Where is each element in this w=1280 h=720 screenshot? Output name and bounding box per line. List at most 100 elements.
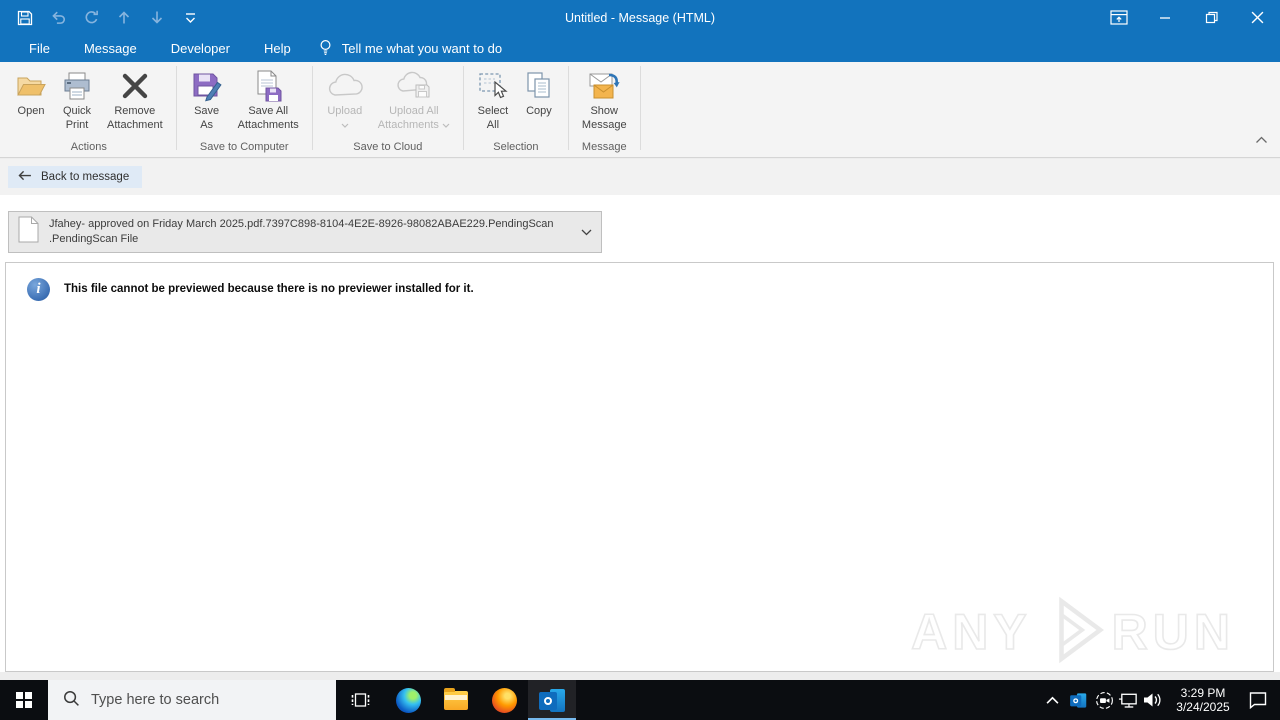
close-button[interactable] xyxy=(1234,0,1280,35)
no-previewer-message: This file cannot be previewed because th… xyxy=(64,283,474,295)
group-label-selection: Selection xyxy=(493,141,539,153)
anyrun-logo-icon xyxy=(1038,594,1112,671)
back-arrow-icon xyxy=(17,170,32,184)
upload-all-cloud-icon xyxy=(395,67,433,105)
back-to-message-label: Back to message xyxy=(41,171,130,183)
anyrun-watermark: ANY RUN xyxy=(910,593,1235,671)
group-separator xyxy=(567,66,569,150)
outlook-icon xyxy=(538,688,566,712)
windows-logo-icon xyxy=(16,692,32,708)
customize-qat-icon[interactable] xyxy=(181,9,199,27)
back-to-message-button[interactable]: Back to message xyxy=(8,166,143,188)
start-button[interactable] xyxy=(0,680,48,720)
file-icon xyxy=(18,216,39,248)
no-previewer-notice: i This file cannot be previewed because … xyxy=(6,263,1273,301)
action-center-icon[interactable] xyxy=(1244,680,1272,720)
preview-toolbar: Back to message xyxy=(0,159,1280,195)
save-icon[interactable] xyxy=(16,9,34,27)
group-label-save-to-cloud: Save to Cloud xyxy=(353,141,423,153)
taskbar: Type here to search 3:29 PM 3/24/2025 xyxy=(0,680,1280,720)
tab-developer[interactable]: Developer xyxy=(154,35,247,62)
remove-attachment-button[interactable]: Remove Attachment xyxy=(100,65,170,132)
select-all-icon xyxy=(477,67,509,105)
ribbon-group-message: Show Message Message xyxy=(571,62,638,157)
upload-cloud-icon xyxy=(326,67,364,105)
tab-file[interactable]: File xyxy=(12,35,67,62)
open-button[interactable]: Open xyxy=(8,65,54,132)
search-icon xyxy=(63,690,80,711)
volume-icon[interactable] xyxy=(1140,680,1164,720)
show-message-icon xyxy=(586,67,622,105)
firefox-taskbar-button[interactable] xyxy=(480,680,528,720)
save-as-button[interactable]: Save As xyxy=(183,65,231,132)
move-up-icon xyxy=(115,9,133,27)
search-placeholder: Type here to search xyxy=(91,692,220,708)
upload-all-attachments-button: Upload All Attachments xyxy=(371,65,457,132)
show-message-button[interactable]: Show Message xyxy=(575,65,634,132)
ribbon-group-actions: Open Quick Print Remove Attachment Actio… xyxy=(4,62,174,157)
edge-taskbar-button[interactable] xyxy=(384,680,432,720)
printer-icon xyxy=(61,67,93,105)
edge-icon xyxy=(395,687,421,713)
save-all-attachments-button[interactable]: Save All Attachments xyxy=(231,65,306,132)
attachment-bar[interactable]: Jfahey- approved on Friday March 2025.pd… xyxy=(8,211,602,253)
redo-icon xyxy=(82,9,100,27)
task-view-button[interactable] xyxy=(336,680,384,720)
attachment-dropdown-icon[interactable] xyxy=(571,212,601,252)
lightbulb-icon xyxy=(318,39,333,59)
firefox-icon xyxy=(491,687,517,713)
file-explorer-taskbar-button[interactable] xyxy=(432,680,480,720)
group-label-message: Message xyxy=(581,141,627,153)
attachment-filename-line2: .PendingScan File xyxy=(49,233,139,245)
collapse-ribbon-icon[interactable] xyxy=(1255,131,1268,149)
title-bar: Untitled - Message (HTML) xyxy=(0,0,1280,35)
copy-button[interactable]: Copy xyxy=(516,65,562,132)
clock-time: 3:29 PM xyxy=(1180,685,1226,700)
attachment-filename-line1: Jfahey- approved on Friday March 2025.pd… xyxy=(49,218,554,230)
info-icon: i xyxy=(27,278,50,301)
file-explorer-icon xyxy=(444,687,468,710)
network-icon[interactable] xyxy=(1116,680,1140,720)
tell-me-box[interactable]: Tell me what you want to do xyxy=(308,35,512,62)
remove-x-icon xyxy=(119,67,151,105)
ribbon-group-selection: Select All Copy Selection xyxy=(466,62,566,157)
dropdown-chevron-icon xyxy=(341,119,349,133)
ribbon-group-save-to-computer: Save As Save All Attachments Save to Com… xyxy=(179,62,310,157)
preview-pane: i This file cannot be previewed because … xyxy=(5,262,1274,672)
taskbar-search-input[interactable]: Type here to search xyxy=(48,680,336,720)
system-tray: 3:29 PM 3/24/2025 xyxy=(1040,680,1280,720)
ribbon: Open Quick Print Remove Attachment Actio… xyxy=(0,62,1280,158)
group-separator xyxy=(462,66,464,150)
meet-now-icon[interactable] xyxy=(1092,680,1116,720)
window-controls xyxy=(1096,0,1280,35)
save-as-icon xyxy=(190,67,224,105)
group-label-actions: Actions xyxy=(70,141,107,153)
open-folder-icon xyxy=(15,67,47,105)
group-label-save-to-computer: Save to Computer xyxy=(199,141,289,153)
tab-help[interactable]: Help xyxy=(247,35,308,62)
restore-button[interactable] xyxy=(1188,0,1234,35)
ribbon-tab-row: File Message Developer Help Tell me what… xyxy=(0,35,1280,62)
tab-message[interactable]: Message xyxy=(67,35,154,62)
group-separator xyxy=(639,66,641,150)
save-all-attachments-icon xyxy=(251,67,285,105)
ribbon-display-options-icon[interactable] xyxy=(1096,0,1142,35)
move-down-icon xyxy=(148,9,166,27)
group-separator xyxy=(311,66,313,150)
select-all-button[interactable]: Select All xyxy=(470,65,516,132)
watermark-text-run: RUN xyxy=(1111,603,1235,661)
outlook-tray-icon[interactable] xyxy=(1064,680,1092,720)
outlook-taskbar-button[interactable] xyxy=(528,680,576,720)
clock-date: 3/24/2025 xyxy=(1176,700,1230,714)
upload-button: Upload xyxy=(319,65,371,132)
quick-print-button[interactable]: Quick Print xyxy=(54,65,100,132)
dropdown-chevron-icon xyxy=(442,119,450,133)
watermark-text-any: ANY xyxy=(910,603,1032,661)
copy-icon xyxy=(523,67,555,105)
hidden-icons-chevron-icon[interactable] xyxy=(1040,680,1064,720)
attachment-filename: Jfahey- approved on Friday March 2025.pd… xyxy=(49,217,571,247)
ribbon-group-save-to-cloud: Upload Upload All Attachments Save to Cl… xyxy=(315,62,461,157)
minimize-button[interactable] xyxy=(1142,0,1188,35)
taskbar-clock[interactable]: 3:29 PM 3/24/2025 xyxy=(1172,686,1234,715)
tell-me-label: Tell me what you want to do xyxy=(341,41,503,56)
